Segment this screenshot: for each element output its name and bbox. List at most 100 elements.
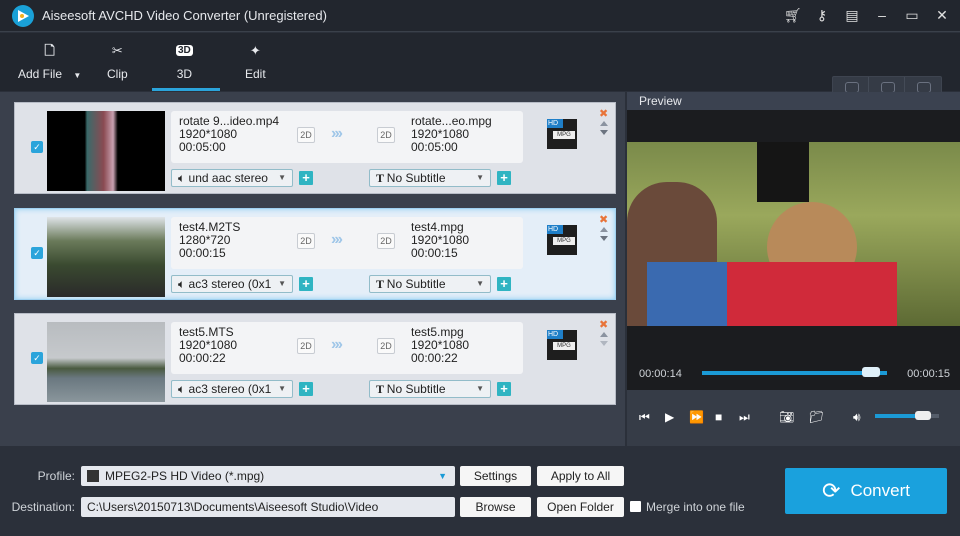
convert-button[interactable]: ⟳ Convert: [785, 468, 947, 514]
hd-badge: HD: [547, 119, 563, 128]
audio-track-dropdown[interactable]: 🔈︎ ac3 stereo (0x1 ▼: [171, 380, 293, 398]
source-duration: 00:00:15: [179, 246, 226, 260]
chevron-down-icon: ▼: [278, 279, 286, 288]
chevron-down-icon: ▼: [476, 279, 484, 288]
speaker-icon: 🔈︎: [178, 382, 189, 396]
add-subtitle-button[interactable]: +: [497, 382, 511, 396]
subtitle-value: No Subtitle: [386, 382, 446, 396]
add-audio-button[interactable]: +: [299, 277, 313, 291]
file-item[interactable]: ✓ rotate 9...ideo.mp4 1920*1080 00:05:00 2…: [14, 102, 616, 194]
window-title: Aiseesoft AVCHD Video Converter (Unregis…: [42, 8, 327, 23]
toolbar: 🗋 Add File ▼ ✂ Clip 3D 3D ✦ Edit NVIDIA …: [0, 33, 960, 110]
volume-handle[interactable]: [915, 411, 931, 420]
file-item[interactable]: ✓ test4.M2TS 1280*720 00:00:15 2D ››› 2D t…: [14, 208, 616, 300]
add-subtitle-button[interactable]: +: [497, 277, 511, 291]
subtitle-value: No Subtitle: [386, 277, 446, 291]
preview-video[interactable]: [627, 142, 960, 326]
minimize-icon[interactable]: –: [874, 6, 890, 24]
audio-track-value: ac3 stereo (0x1: [188, 382, 272, 396]
chevron-down-icon: ▼: [278, 384, 286, 393]
move-down-icon[interactable]: [600, 130, 608, 135]
target-2d-badge: 2D: [377, 127, 395, 143]
target-2d-badge: 2D: [377, 338, 395, 354]
file-checkbox[interactable]: ✓: [31, 247, 43, 259]
move-down-icon[interactable]: [600, 236, 608, 241]
output-format-icon[interactable]: HD MPG: [547, 119, 577, 149]
browse-button[interactable]: Browse: [460, 497, 531, 517]
add-audio-button[interactable]: +: [299, 171, 313, 185]
add-file-button[interactable]: 🗋 Add File ▼: [18, 41, 81, 81]
remove-icon[interactable]: ✖: [599, 213, 608, 226]
add-file-dropdown-icon[interactable]: ▼: [73, 71, 81, 80]
sparkle-icon: ✦: [249, 43, 261, 58]
move-up-icon[interactable]: [600, 227, 608, 232]
merge-checkbox[interactable]: [630, 501, 641, 512]
clip-button[interactable]: ✂ Clip: [107, 41, 128, 81]
text-icon: T: [376, 277, 387, 291]
speaker-icon: 🔈︎: [178, 277, 189, 291]
seek-handle[interactable]: [862, 367, 881, 377]
total-time: 00:00:15: [907, 368, 950, 380]
convert-arrows-icon: ›››: [331, 336, 343, 353]
feedback-icon[interactable]: ▤: [844, 6, 860, 24]
close-icon[interactable]: ✕: [934, 6, 950, 24]
move-up-icon[interactable]: [600, 332, 608, 337]
title-bar: Aiseesoft AVCHD Video Converter (Unregis…: [0, 0, 960, 32]
playback-controls: ⏮ ▶ ⏩ ■ ⏭ 📷︎ 📁︎ 🔊︎: [627, 390, 960, 446]
file-info: rotate 9...ideo.mp4 1920*1080 00:05:00 2D …: [171, 111, 523, 163]
move-down-icon[interactable]: [600, 341, 608, 346]
fast-forward-icon[interactable]: ⏩: [689, 410, 704, 424]
edit-button[interactable]: ✦ Edit: [245, 41, 266, 81]
output-format-icon[interactable]: HD MPG: [547, 225, 577, 255]
play-icon[interactable]: ▶: [665, 410, 674, 424]
seek-bar[interactable]: [702, 371, 887, 375]
video-thumbnail: [47, 111, 165, 191]
add-subtitle-button[interactable]: +: [497, 171, 511, 185]
snapshot-icon[interactable]: 📷︎: [779, 410, 794, 424]
audio-track-dropdown[interactable]: 🔈︎ ac3 stereo (0x1 ▼: [171, 275, 293, 293]
add-file-label: Add File: [18, 67, 63, 81]
audio-track-dropdown[interactable]: 🔈︎ und aac stereo ▼: [171, 169, 293, 187]
chevron-down-icon: ▼: [476, 384, 484, 393]
output-format-icon[interactable]: HD MPG: [547, 330, 577, 360]
profile-dropdown[interactable]: MPEG2-PS HD Video (*.mpg) ▼: [81, 466, 455, 486]
skip-back-icon[interactable]: ⏮: [639, 410, 650, 425]
apply-to-all-button[interactable]: Apply to All: [537, 466, 624, 486]
convert-icon: ⟳: [822, 478, 841, 503]
remove-icon[interactable]: ✖: [599, 107, 608, 120]
hd-badge: HD: [547, 225, 563, 234]
text-icon: T: [376, 382, 387, 396]
subtitle-dropdown[interactable]: T No Subtitle ▼: [369, 275, 491, 293]
3d-button[interactable]: 3D 3D: [176, 41, 193, 81]
volume-icon[interactable]: 🔊︎: [853, 410, 861, 425]
folder-icon[interactable]: 📁︎: [809, 410, 824, 424]
active-tab-indicator: [152, 88, 220, 91]
mpg-format-icon: [87, 470, 99, 482]
open-folder-button[interactable]: Open Folder: [537, 497, 624, 517]
stop-icon[interactable]: ■: [715, 410, 722, 424]
settings-button[interactable]: Settings: [460, 466, 531, 486]
target-2d-badge: 2D: [377, 233, 395, 249]
maximize-icon[interactable]: ▭: [904, 6, 920, 24]
target-duration: 00:00:15: [411, 246, 458, 260]
file-checkbox[interactable]: ✓: [31, 352, 43, 364]
format-label: MPG: [553, 131, 575, 139]
subtitle-dropdown[interactable]: T No Subtitle ▼: [369, 169, 491, 187]
edit-label: Edit: [245, 67, 266, 81]
speaker-icon: 🔈︎: [178, 171, 189, 185]
file-item[interactable]: ✓ test5.MTS 1920*1080 00:00:22 2D ››› 2D t…: [14, 313, 616, 405]
source-duration: 00:05:00: [179, 140, 226, 154]
file-checkbox[interactable]: ✓: [31, 141, 43, 153]
key-icon[interactable]: ⚷: [814, 6, 830, 24]
skip-forward-icon[interactable]: ⏭: [739, 410, 750, 425]
destination-label: Destination:: [11, 500, 75, 514]
hd-badge: HD: [547, 330, 563, 339]
file-info: test5.MTS 1920*1080 00:00:22 2D ››› 2D tes…: [171, 322, 523, 374]
destination-input[interactable]: C:\Users\20150713\Documents\Aiseesoft St…: [81, 497, 455, 517]
move-up-icon[interactable]: [600, 121, 608, 126]
subtitle-dropdown[interactable]: T No Subtitle ▼: [369, 380, 491, 398]
cart-icon[interactable]: 🛒︎: [784, 6, 802, 24]
source-2d-badge: 2D: [297, 338, 315, 354]
remove-icon[interactable]: ✖: [599, 318, 608, 331]
add-audio-button[interactable]: +: [299, 382, 313, 396]
